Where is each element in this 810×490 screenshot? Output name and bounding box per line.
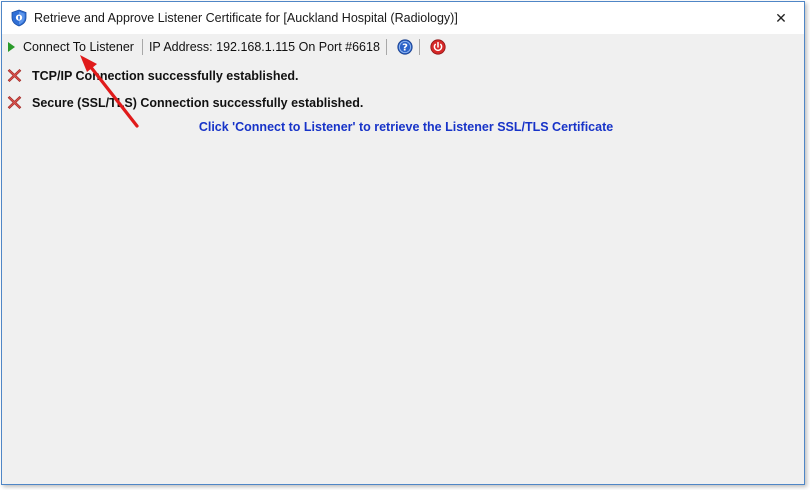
title-bar[interactable]: Retrieve and Approve Listener Certificat… bbox=[2, 2, 804, 34]
svg-text:?: ? bbox=[402, 43, 408, 54]
instruction-text: Click 'Connect to Listener' to retrieve … bbox=[198, 120, 614, 134]
toolbar-separator bbox=[385, 39, 387, 55]
power-button[interactable] bbox=[428, 37, 448, 57]
help-icon: ? bbox=[397, 39, 413, 55]
content-area: TCP/IP Connection successfully establish… bbox=[2, 60, 804, 484]
close-icon: ✕ bbox=[775, 9, 787, 26]
connect-label: Connect To Listener bbox=[23, 40, 134, 54]
status-text: Secure (SSL/TLS) Connection successfully… bbox=[32, 95, 364, 110]
help-button[interactable]: ? bbox=[395, 37, 415, 57]
toolbar-separator bbox=[418, 39, 420, 55]
connect-to-listener-button[interactable]: Connect To Listener bbox=[2, 36, 140, 58]
close-button[interactable]: ✕ bbox=[758, 2, 804, 34]
power-icon bbox=[430, 39, 446, 55]
error-x-icon bbox=[7, 69, 22, 82]
shield-icon bbox=[11, 9, 27, 27]
play-icon bbox=[8, 42, 15, 52]
certificate-dialog: Retrieve and Approve Listener Certificat… bbox=[1, 1, 805, 485]
toolbar: Connect To Listener IP Address: 192.168.… bbox=[2, 34, 804, 60]
toolbar-separator bbox=[141, 39, 143, 55]
status-row-ssl: Secure (SSL/TLS) Connection successfully… bbox=[7, 95, 363, 110]
status-text: TCP/IP Connection successfully establish… bbox=[32, 68, 299, 83]
status-row-tcp: TCP/IP Connection successfully establish… bbox=[7, 68, 299, 83]
error-x-icon bbox=[7, 96, 22, 109]
window-title: Retrieve and Approve Listener Certificat… bbox=[34, 11, 458, 25]
ip-address-info: IP Address: 192.168.1.115 On Port #6618 bbox=[148, 40, 380, 54]
